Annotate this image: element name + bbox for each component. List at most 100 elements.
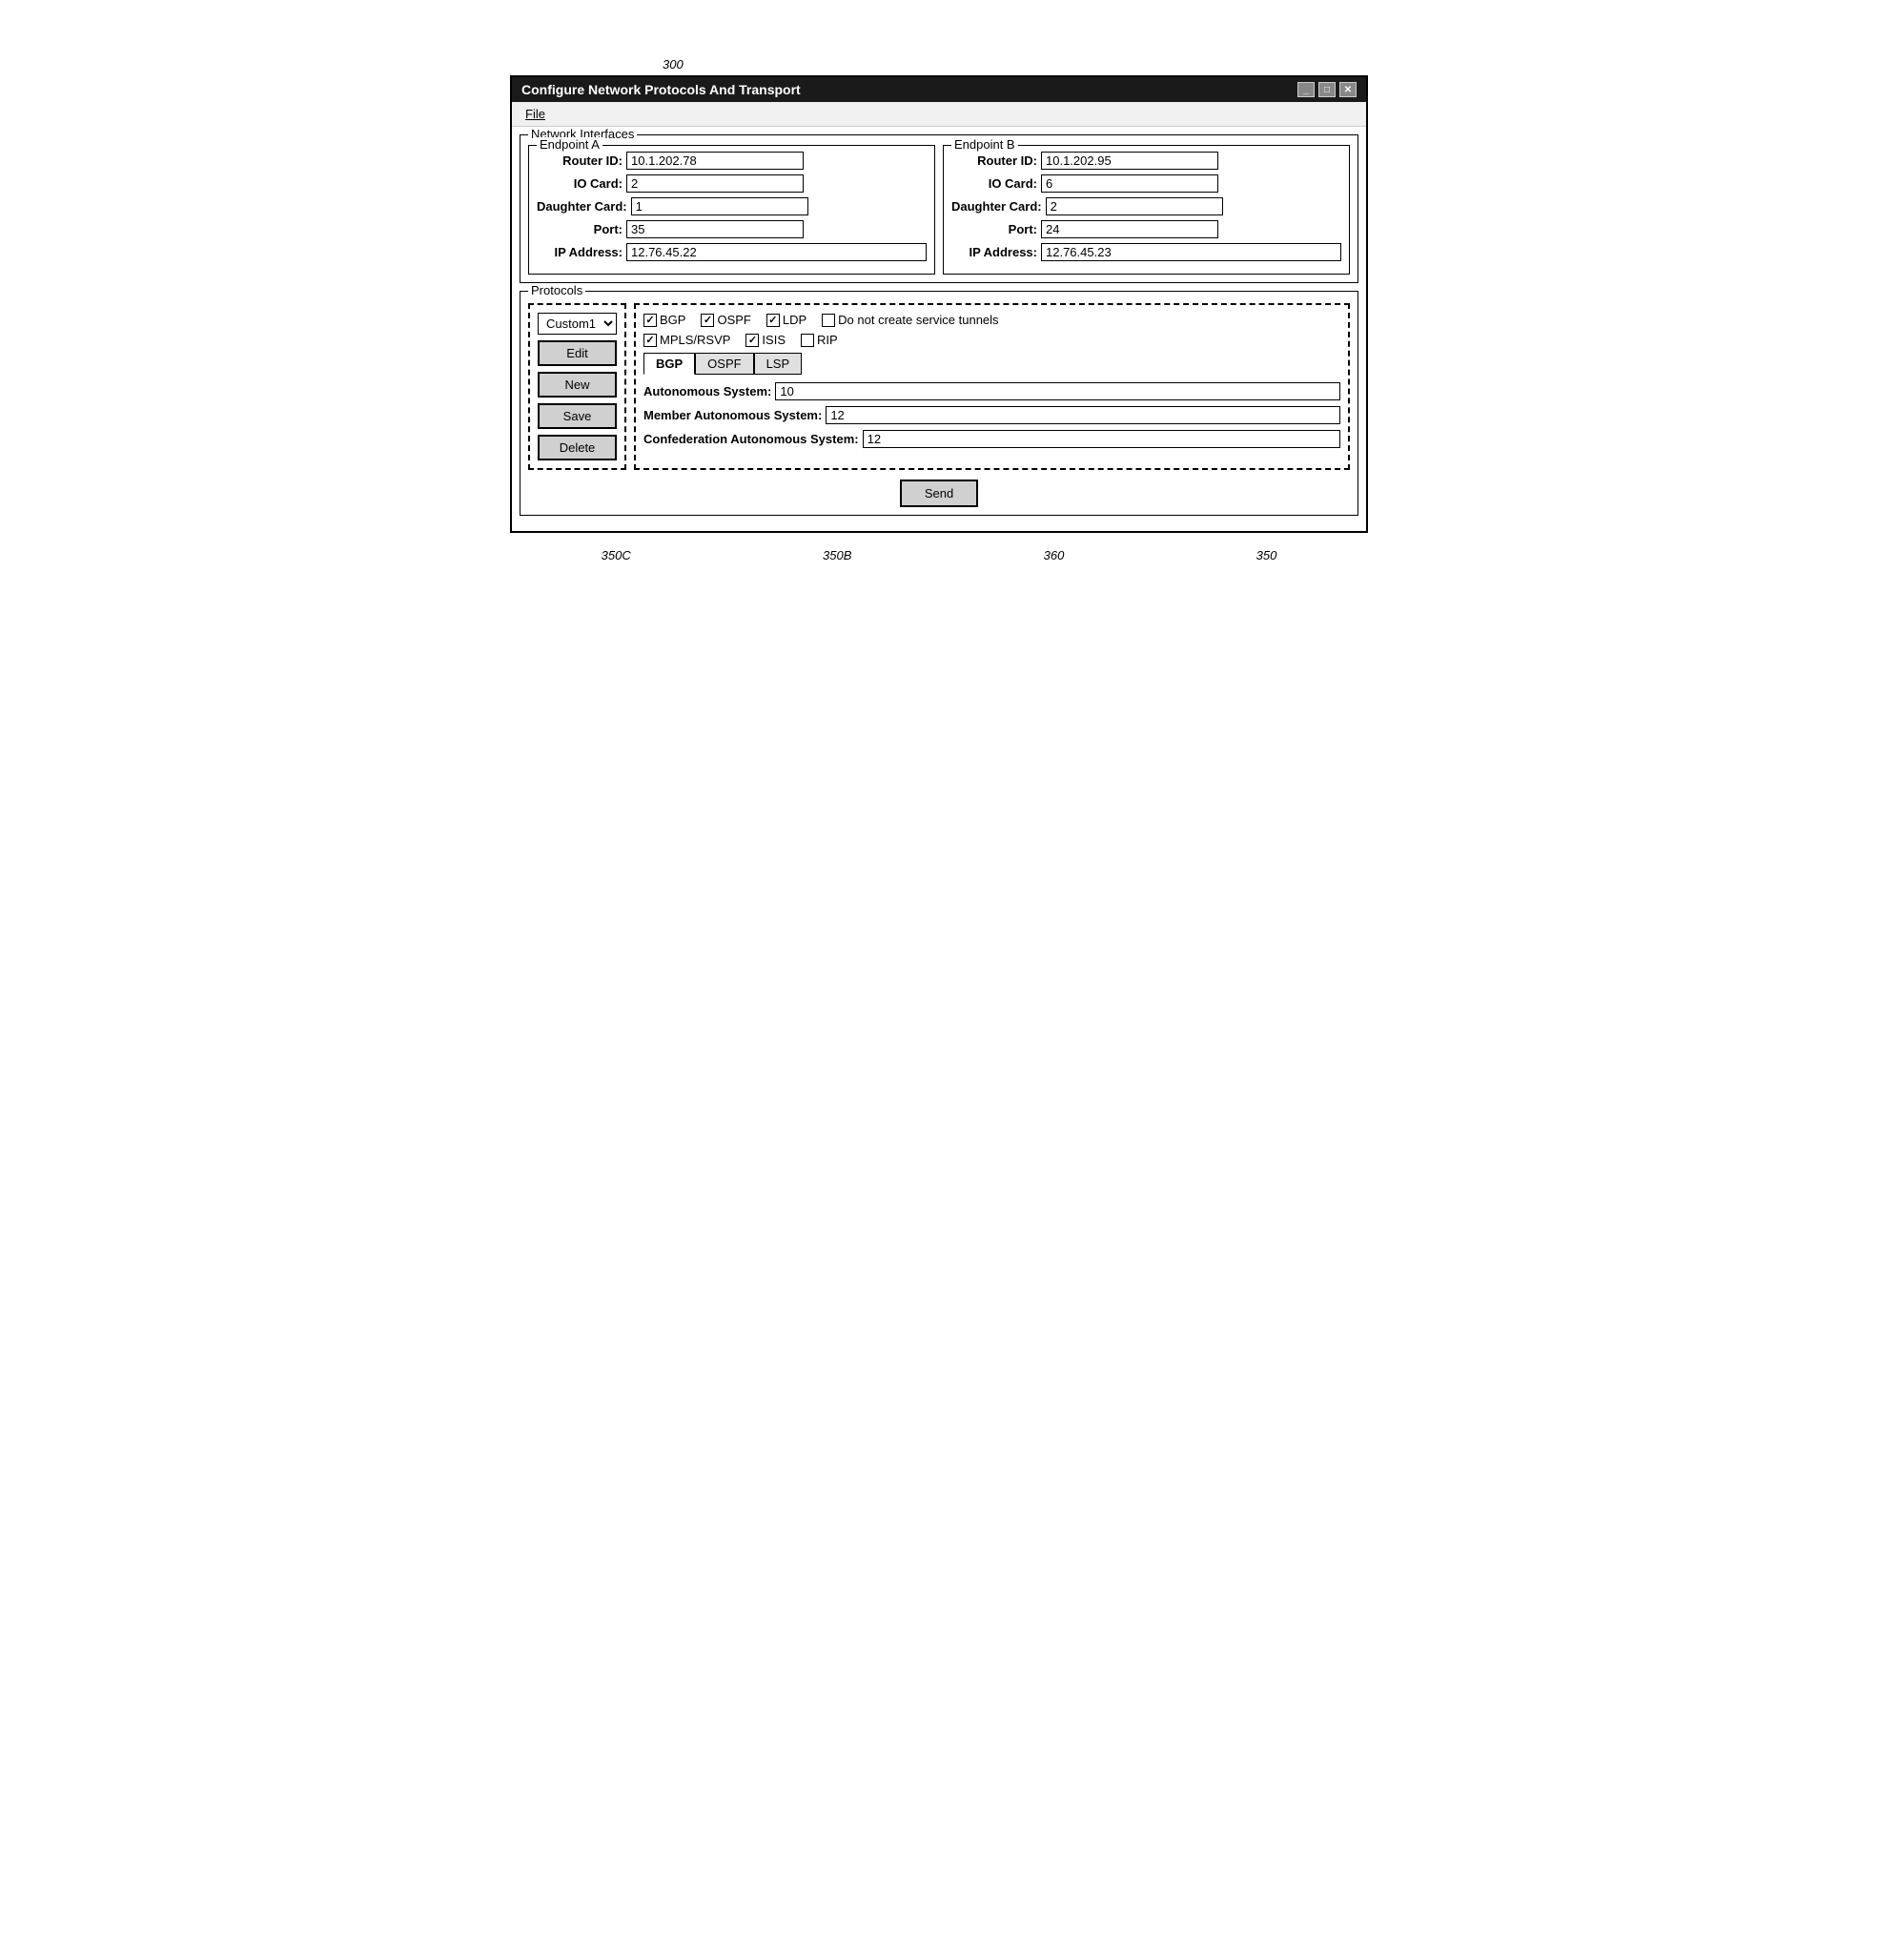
endpoints-row: Endpoint A Router ID: IO Card: Daughter <box>528 145 1350 275</box>
ref-350b: 350B <box>823 548 851 562</box>
rip-checkbox[interactable] <box>801 334 814 347</box>
endpoint-b-io-label: IO Card: <box>951 176 1037 191</box>
network-interfaces-group: Network Interfaces Endpoint A Router ID:… <box>520 134 1358 283</box>
window-frame: Configure Network Protocols And Transpor… <box>510 75 1368 533</box>
page-container: 300 Configure Network Protocols And Tran… <box>510 57 1368 562</box>
ldp-checkbox[interactable] <box>766 314 780 327</box>
endpoint-a-router-row: Router ID: <box>537 152 927 170</box>
main-content: Network Interfaces Endpoint A Router ID:… <box>512 127 1366 531</box>
ospf-checkbox[interactable] <box>701 314 714 327</box>
endpoint-a-box: Endpoint A Router ID: IO Card: Daughter <box>528 145 935 275</box>
bgp-checkbox-label: BGP <box>660 313 685 327</box>
autonomous-system-label: Autonomous System: <box>643 384 771 398</box>
edit-button[interactable]: Edit <box>538 340 617 366</box>
isis-checkbox-label: ISIS <box>762 333 786 347</box>
endpoint-a-port-label: Port: <box>537 222 623 236</box>
endpoint-a-router-id-label: Router ID: <box>537 153 623 168</box>
endpoint-b-daughter-row: Daughter Card: <box>951 197 1341 215</box>
protocols-left-panel: Custom1 Edit New Save Delete <box>528 303 626 470</box>
endpoint-b-port-row: Port: <box>951 220 1341 238</box>
menu-bar: File <box>512 102 1366 127</box>
isis-checkbox-item: ISIS <box>745 333 786 347</box>
endpoint-a-label: Endpoint A <box>537 137 602 152</box>
confederation-as-input[interactable] <box>863 430 1340 448</box>
member-as-input[interactable] <box>826 406 1340 424</box>
bgp-fields: Autonomous System: Member Autonomous Sys… <box>643 382 1340 448</box>
endpoint-b-label: Endpoint B <box>951 137 1018 152</box>
file-menu[interactable]: File <box>520 105 551 123</box>
endpoint-b-daughter-input[interactable] <box>1046 197 1223 215</box>
rip-checkbox-item: RIP <box>801 333 838 347</box>
ospf-checkbox-label: OSPF <box>717 313 750 327</box>
no-tunnels-checkbox-item: Do not create service tunnels <box>822 313 998 327</box>
endpoint-b-ip-row: IP Address: <box>951 243 1341 261</box>
ref-360: 360 <box>1044 548 1065 562</box>
endpoint-a-ip-label: IP Address: <box>537 245 623 259</box>
protocols-label: Protocols <box>528 283 585 297</box>
endpoint-b-router-row: Router ID: <box>951 152 1341 170</box>
window-title: Configure Network Protocols And Transpor… <box>521 82 801 97</box>
endpoint-a-daughter-row: Daughter Card: <box>537 197 927 215</box>
checkboxes-row-2: MPLS/RSVP ISIS RIP <box>643 333 1340 347</box>
delete-button[interactable]: Delete <box>538 435 617 460</box>
endpoint-a-daughter-input[interactable] <box>631 197 808 215</box>
protocols-group: Protocols Custom1 Edit New Save <box>520 291 1358 516</box>
custom-dropdown[interactable]: Custom1 <box>538 313 617 335</box>
endpoint-b-io-row: IO Card: <box>951 174 1341 193</box>
send-button[interactable]: Send <box>900 480 978 507</box>
endpoint-b-daughter-label: Daughter Card: <box>951 199 1042 214</box>
no-tunnels-checkbox[interactable] <box>822 314 835 327</box>
ldp-checkbox-label: LDP <box>783 313 806 327</box>
tab-ospf[interactable]: OSPF <box>695 353 753 375</box>
endpoint-b-box: Endpoint B Router ID: IO Card: Daughter <box>943 145 1350 275</box>
ref-350: 350 <box>1256 548 1277 562</box>
endpoint-b-port-input[interactable] <box>1041 220 1218 238</box>
endpoint-a-port-input[interactable] <box>626 220 804 238</box>
window-controls: _ □ ✕ <box>1297 82 1357 97</box>
endpoint-a-ip-row: IP Address: <box>537 243 927 261</box>
autonomous-system-input[interactable] <box>775 382 1340 400</box>
isis-checkbox[interactable] <box>745 334 759 347</box>
endpoint-b-port-label: Port: <box>951 222 1037 236</box>
mpls-checkbox[interactable] <box>643 334 657 347</box>
member-as-row: Member Autonomous System: <box>643 406 1340 424</box>
bgp-checkbox[interactable] <box>643 314 657 327</box>
minimize-button[interactable]: _ <box>1297 82 1315 97</box>
rip-checkbox-label: RIP <box>817 333 838 347</box>
reference-annotations: 350C 350B 360 350 <box>510 548 1368 562</box>
confederation-as-label: Confederation Autonomous System: <box>643 432 859 446</box>
endpoint-b-router-id-input[interactable] <box>1041 152 1218 170</box>
ldp-checkbox-item: LDP <box>766 313 806 327</box>
endpoint-a-router-id-input[interactable] <box>626 152 804 170</box>
ref-300: 300 <box>510 57 1368 71</box>
custom-dropdown-row: Custom1 <box>538 313 617 335</box>
endpoint-a-ip-input[interactable] <box>626 243 927 261</box>
endpoint-a-io-input[interactable] <box>626 174 804 193</box>
bgp-checkbox-item: BGP <box>643 313 685 327</box>
ref-350c: 350C <box>602 548 631 562</box>
protocols-inner: Custom1 Edit New Save Delete <box>528 303 1350 470</box>
send-row: Send <box>528 480 1350 507</box>
autonomous-system-row: Autonomous System: <box>643 382 1340 400</box>
endpoint-b-ip-input[interactable] <box>1041 243 1341 261</box>
tab-lsp[interactable]: LSP <box>754 353 803 375</box>
close-button[interactable]: ✕ <box>1339 82 1357 97</box>
endpoint-b-io-input[interactable] <box>1041 174 1218 193</box>
maximize-button[interactable]: □ <box>1318 82 1336 97</box>
tab-bgp[interactable]: BGP <box>643 353 695 375</box>
ospf-checkbox-item: OSPF <box>701 313 750 327</box>
no-tunnels-label: Do not create service tunnels <box>838 313 998 327</box>
window-titlebar: Configure Network Protocols And Transpor… <box>512 77 1366 102</box>
endpoint-a-io-row: IO Card: <box>537 174 927 193</box>
mpls-checkbox-label: MPLS/RSVP <box>660 333 730 347</box>
confederation-as-row: Confederation Autonomous System: <box>643 430 1340 448</box>
member-as-label: Member Autonomous System: <box>643 408 822 422</box>
protocol-tabs: BGP OSPF LSP <box>643 353 1340 375</box>
endpoint-a-daughter-label: Daughter Card: <box>537 199 627 214</box>
endpoint-a-port-row: Port: <box>537 220 927 238</box>
protocols-right-panel: BGP OSPF LDP <box>634 303 1350 470</box>
mpls-checkbox-item: MPLS/RSVP <box>643 333 730 347</box>
save-button[interactable]: Save <box>538 403 617 429</box>
endpoint-b-router-id-label: Router ID: <box>951 153 1037 168</box>
new-button[interactable]: New <box>538 372 617 398</box>
